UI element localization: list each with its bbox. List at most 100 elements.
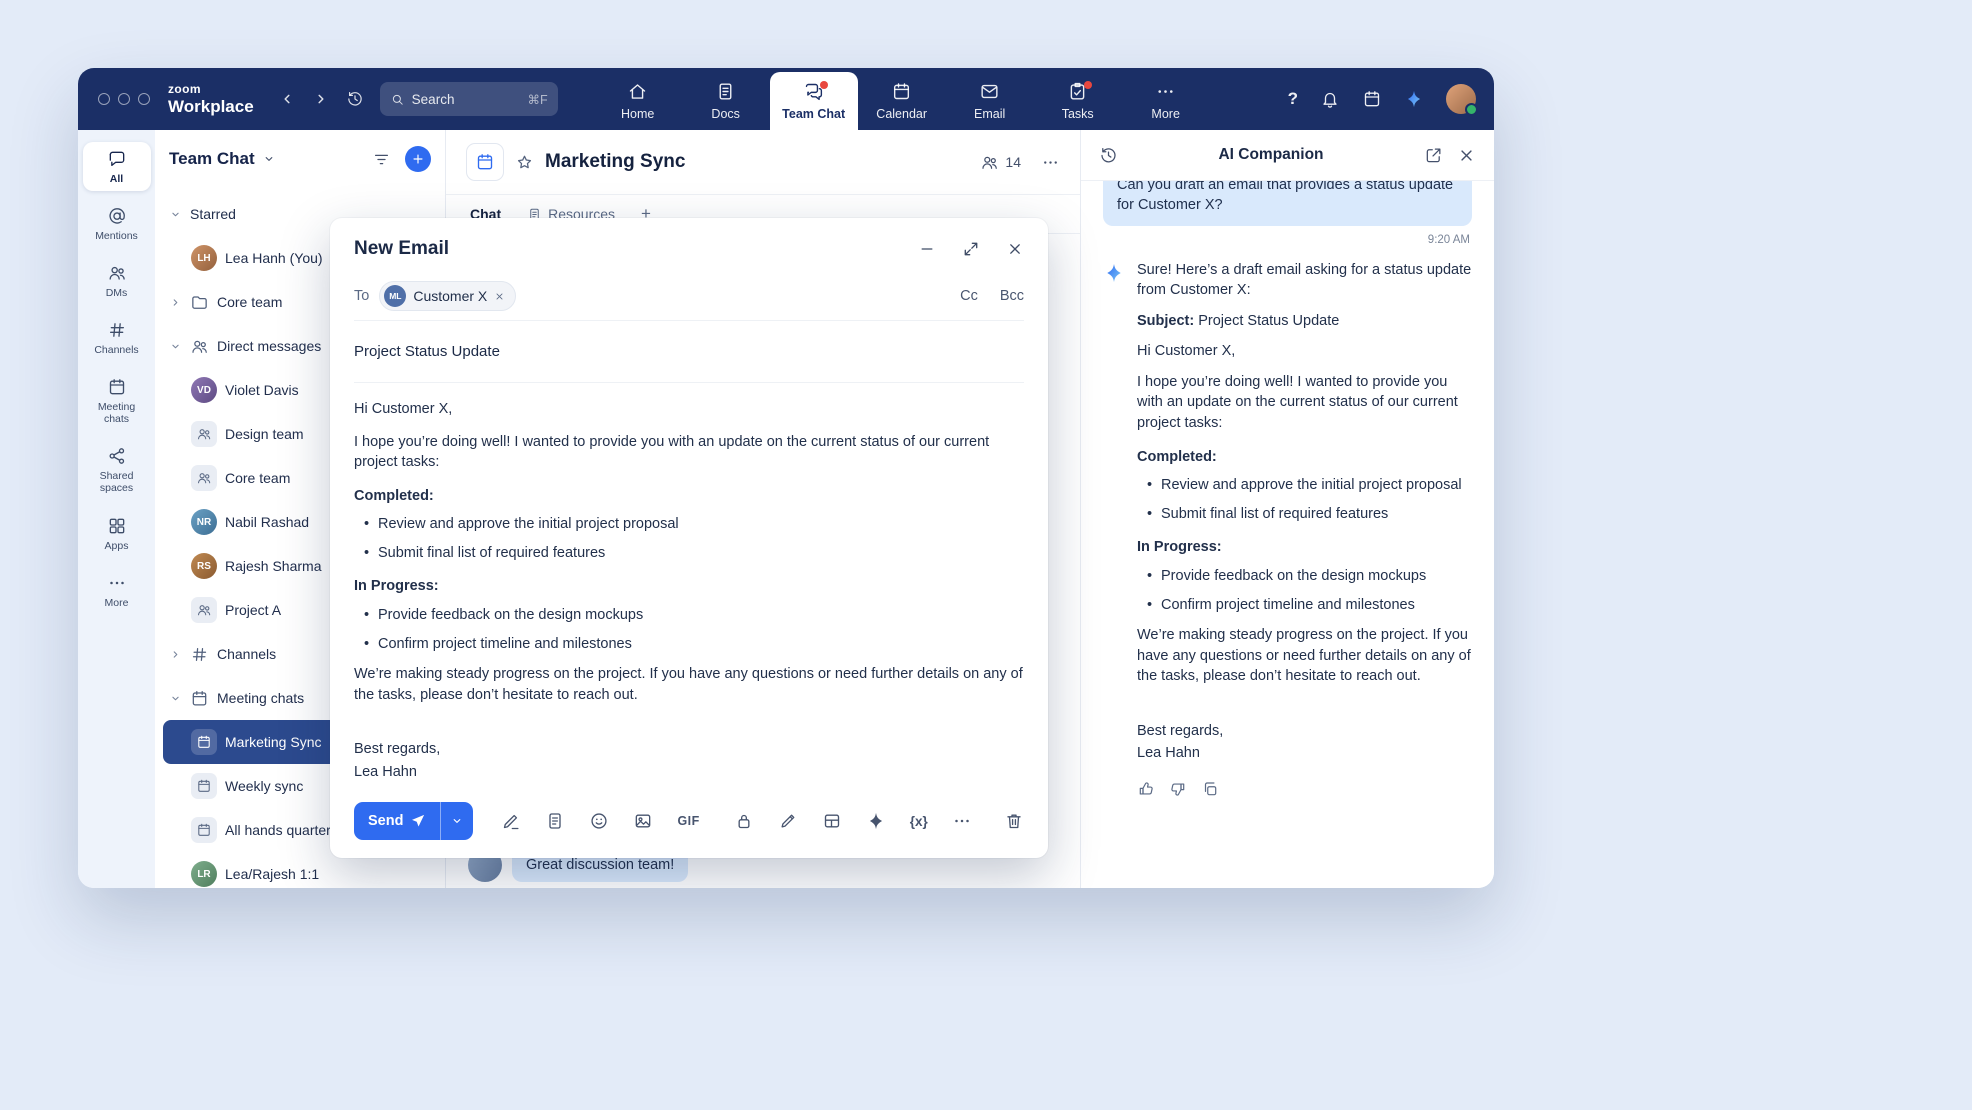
history-icon[interactable] <box>346 90 364 108</box>
chevron-right-icon <box>169 296 182 309</box>
thumbs-up-icon[interactable] <box>1137 780 1155 798</box>
thumbs-down-icon[interactable] <box>1169 780 1187 798</box>
tab-team-chat[interactable]: Team Chat <box>770 72 858 130</box>
delete-icon[interactable] <box>1004 811 1024 831</box>
forward-icon[interactable] <box>312 90 330 108</box>
subject-field[interactable]: Project Status Update <box>354 330 500 373</box>
calendar-icon <box>107 377 127 397</box>
member-count[interactable]: 14 <box>980 153 1021 172</box>
more-icon[interactable] <box>952 811 972 831</box>
recipient-avatar: ML <box>384 285 406 307</box>
chat-list-title[interactable]: Team Chat <box>169 149 255 169</box>
minimize-icon[interactable] <box>918 240 936 258</box>
tab-more[interactable]: More <box>1122 72 1210 130</box>
history-icon[interactable] <box>1099 146 1118 165</box>
email-completed-heading: Completed: <box>354 486 1024 507</box>
rail-item-shared-spaces[interactable]: Shared spaces <box>83 439 151 500</box>
subject-label: Subject: <box>1137 313 1194 329</box>
ai-greeting: Hi Customer X, <box>1137 341 1472 362</box>
team-icon <box>191 597 217 623</box>
timestamp: 9:20 AM <box>1105 234 1470 246</box>
tab-home[interactable]: Home <box>594 72 682 130</box>
image-icon[interactable] <box>633 811 653 831</box>
ai-signoff: Best regards, <box>1137 721 1472 742</box>
section-label: Meeting chats <box>217 690 304 706</box>
open-in-new-icon[interactable] <box>1424 146 1443 165</box>
new-chat-button[interactable] <box>405 146 431 172</box>
rail-label: Shared spaces <box>85 470 149 494</box>
rail-item-more[interactable]: More <box>83 566 151 615</box>
window-controls <box>98 93 150 105</box>
rail-item-channels[interactable]: Channels <box>83 313 151 362</box>
variables-button[interactable]: {x} <box>910 814 928 829</box>
tab-label: Docs <box>711 107 739 121</box>
lock-icon[interactable] <box>734 811 754 831</box>
window-close-button[interactable] <box>98 93 110 105</box>
layout-icon[interactable] <box>822 811 842 831</box>
tab-calendar[interactable]: Calendar <box>858 72 946 130</box>
back-icon[interactable] <box>278 90 296 108</box>
user-avatar[interactable] <box>1446 84 1476 114</box>
copy-icon[interactable] <box>1201 780 1219 798</box>
search-input[interactable]: Search ⌘F <box>380 82 558 116</box>
attach-file-icon[interactable] <box>545 811 565 831</box>
tab-email[interactable]: Email <box>946 72 1034 130</box>
main-nav-tabs: Home Docs Team Chat Calendar Email <box>594 68 1210 130</box>
calendar-icon <box>891 81 912 102</box>
chevron-down-icon <box>169 208 182 221</box>
rail-label: All <box>110 173 123 185</box>
people-icon <box>980 153 999 172</box>
email-body-editor[interactable]: Hi Customer X, I hope you’re doing well!… <box>330 383 1048 788</box>
chat-name: Nabil Rashad <box>225 514 309 530</box>
notifications-icon[interactable] <box>1320 89 1340 109</box>
emoji-icon[interactable] <box>589 811 609 831</box>
chevron-down-icon[interactable] <box>262 152 276 166</box>
new-email-modal: New Email To ML Customer X Cc Bcc Projec… <box>330 218 1048 858</box>
chat-name: Weekly sync <box>225 778 303 794</box>
email-inprogress-list: Provide feedback on the design mockups C… <box>354 605 1024 654</box>
calendar-today-icon[interactable] <box>1362 89 1382 109</box>
help-icon[interactable]: ? <box>1288 89 1298 109</box>
ai-companion-icon[interactable] <box>1404 89 1424 109</box>
ai-inprogress-list: Provide feedback on the design mockups C… <box>1137 566 1472 615</box>
user-message-bubble: Can you draft an email that provides a s… <box>1103 181 1472 226</box>
zoom-workplace-logo: zoom Workplace <box>168 83 254 115</box>
recipient-chip[interactable]: ML Customer X <box>379 281 516 311</box>
tab-docs[interactable]: Docs <box>682 72 770 130</box>
rail-item-all[interactable]: All <box>83 142 151 191</box>
close-icon[interactable] <box>1457 146 1476 165</box>
tab-tasks[interactable]: Tasks <box>1034 72 1122 130</box>
ai-completed-list: Review and approve the initial project p… <box>1137 475 1472 524</box>
apps-icon <box>107 516 127 536</box>
bcc-button[interactable]: Bcc <box>1000 288 1024 304</box>
chat-name: Marketing Sync <box>225 734 321 750</box>
team-icon <box>191 421 217 447</box>
rail-item-meeting-chats[interactable]: Meeting chats <box>83 370 151 431</box>
edit-icon[interactable] <box>778 811 798 831</box>
share-icon <box>107 446 127 466</box>
home-icon <box>627 81 648 102</box>
cc-button[interactable]: Cc <box>960 288 978 304</box>
people-icon <box>190 337 209 356</box>
window-zoom-button[interactable] <box>138 93 150 105</box>
remove-recipient-icon[interactable] <box>494 291 505 302</box>
window-minimize-button[interactable] <box>118 93 130 105</box>
gif-button[interactable]: GIF <box>677 814 699 828</box>
send-options-button[interactable] <box>440 802 473 840</box>
channel-more-icon[interactable] <box>1041 153 1060 172</box>
rail-item-dms[interactable]: DMs <box>83 256 151 305</box>
signature-icon[interactable] <box>501 811 521 831</box>
rail-item-apps[interactable]: Apps <box>83 509 151 558</box>
chat-name: Lea/Rajesh 1:1 <box>225 866 319 882</box>
send-button[interactable]: Send <box>354 802 440 840</box>
rail-item-mentions[interactable]: Mentions <box>83 199 151 248</box>
email-paragraph: I hope you’re doing well! I wanted to pr… <box>354 432 1024 473</box>
close-icon[interactable] <box>1006 240 1024 258</box>
ai-sparkle-icon[interactable] <box>866 811 886 831</box>
filter-icon[interactable] <box>372 150 391 169</box>
expand-icon[interactable] <box>962 240 980 258</box>
chevron-right-icon <box>169 648 182 661</box>
zoom-workplace-window: zoom Workplace Search ⌘F Home Docs <box>78 68 1494 888</box>
star-icon[interactable] <box>515 153 534 172</box>
meeting-icon <box>191 729 217 755</box>
